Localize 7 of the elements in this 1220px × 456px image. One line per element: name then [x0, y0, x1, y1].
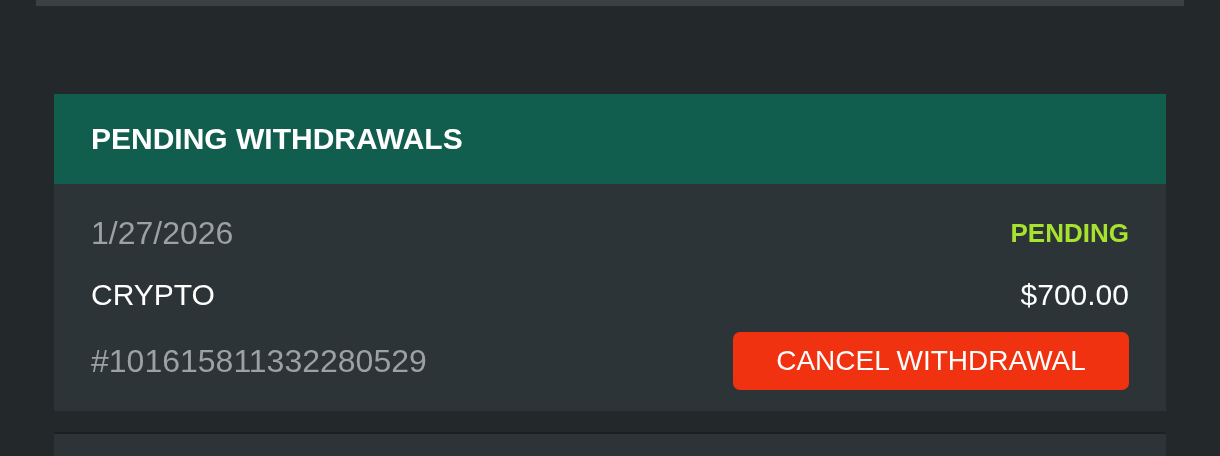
cancel-withdrawal-button[interactable]: CANCEL WITHDRAWAL [733, 332, 1129, 390]
status-label: PENDING [1010, 217, 1129, 249]
section-header: PENDING WITHDRAWALS [54, 94, 1166, 184]
reference-number: #101615811332280529 [91, 342, 428, 380]
withdrawal-amount: $700.00 [1020, 278, 1129, 312]
payment-method: CRYPTO [91, 278, 216, 312]
withdrawal-date: 1/27/2026 [91, 214, 235, 252]
